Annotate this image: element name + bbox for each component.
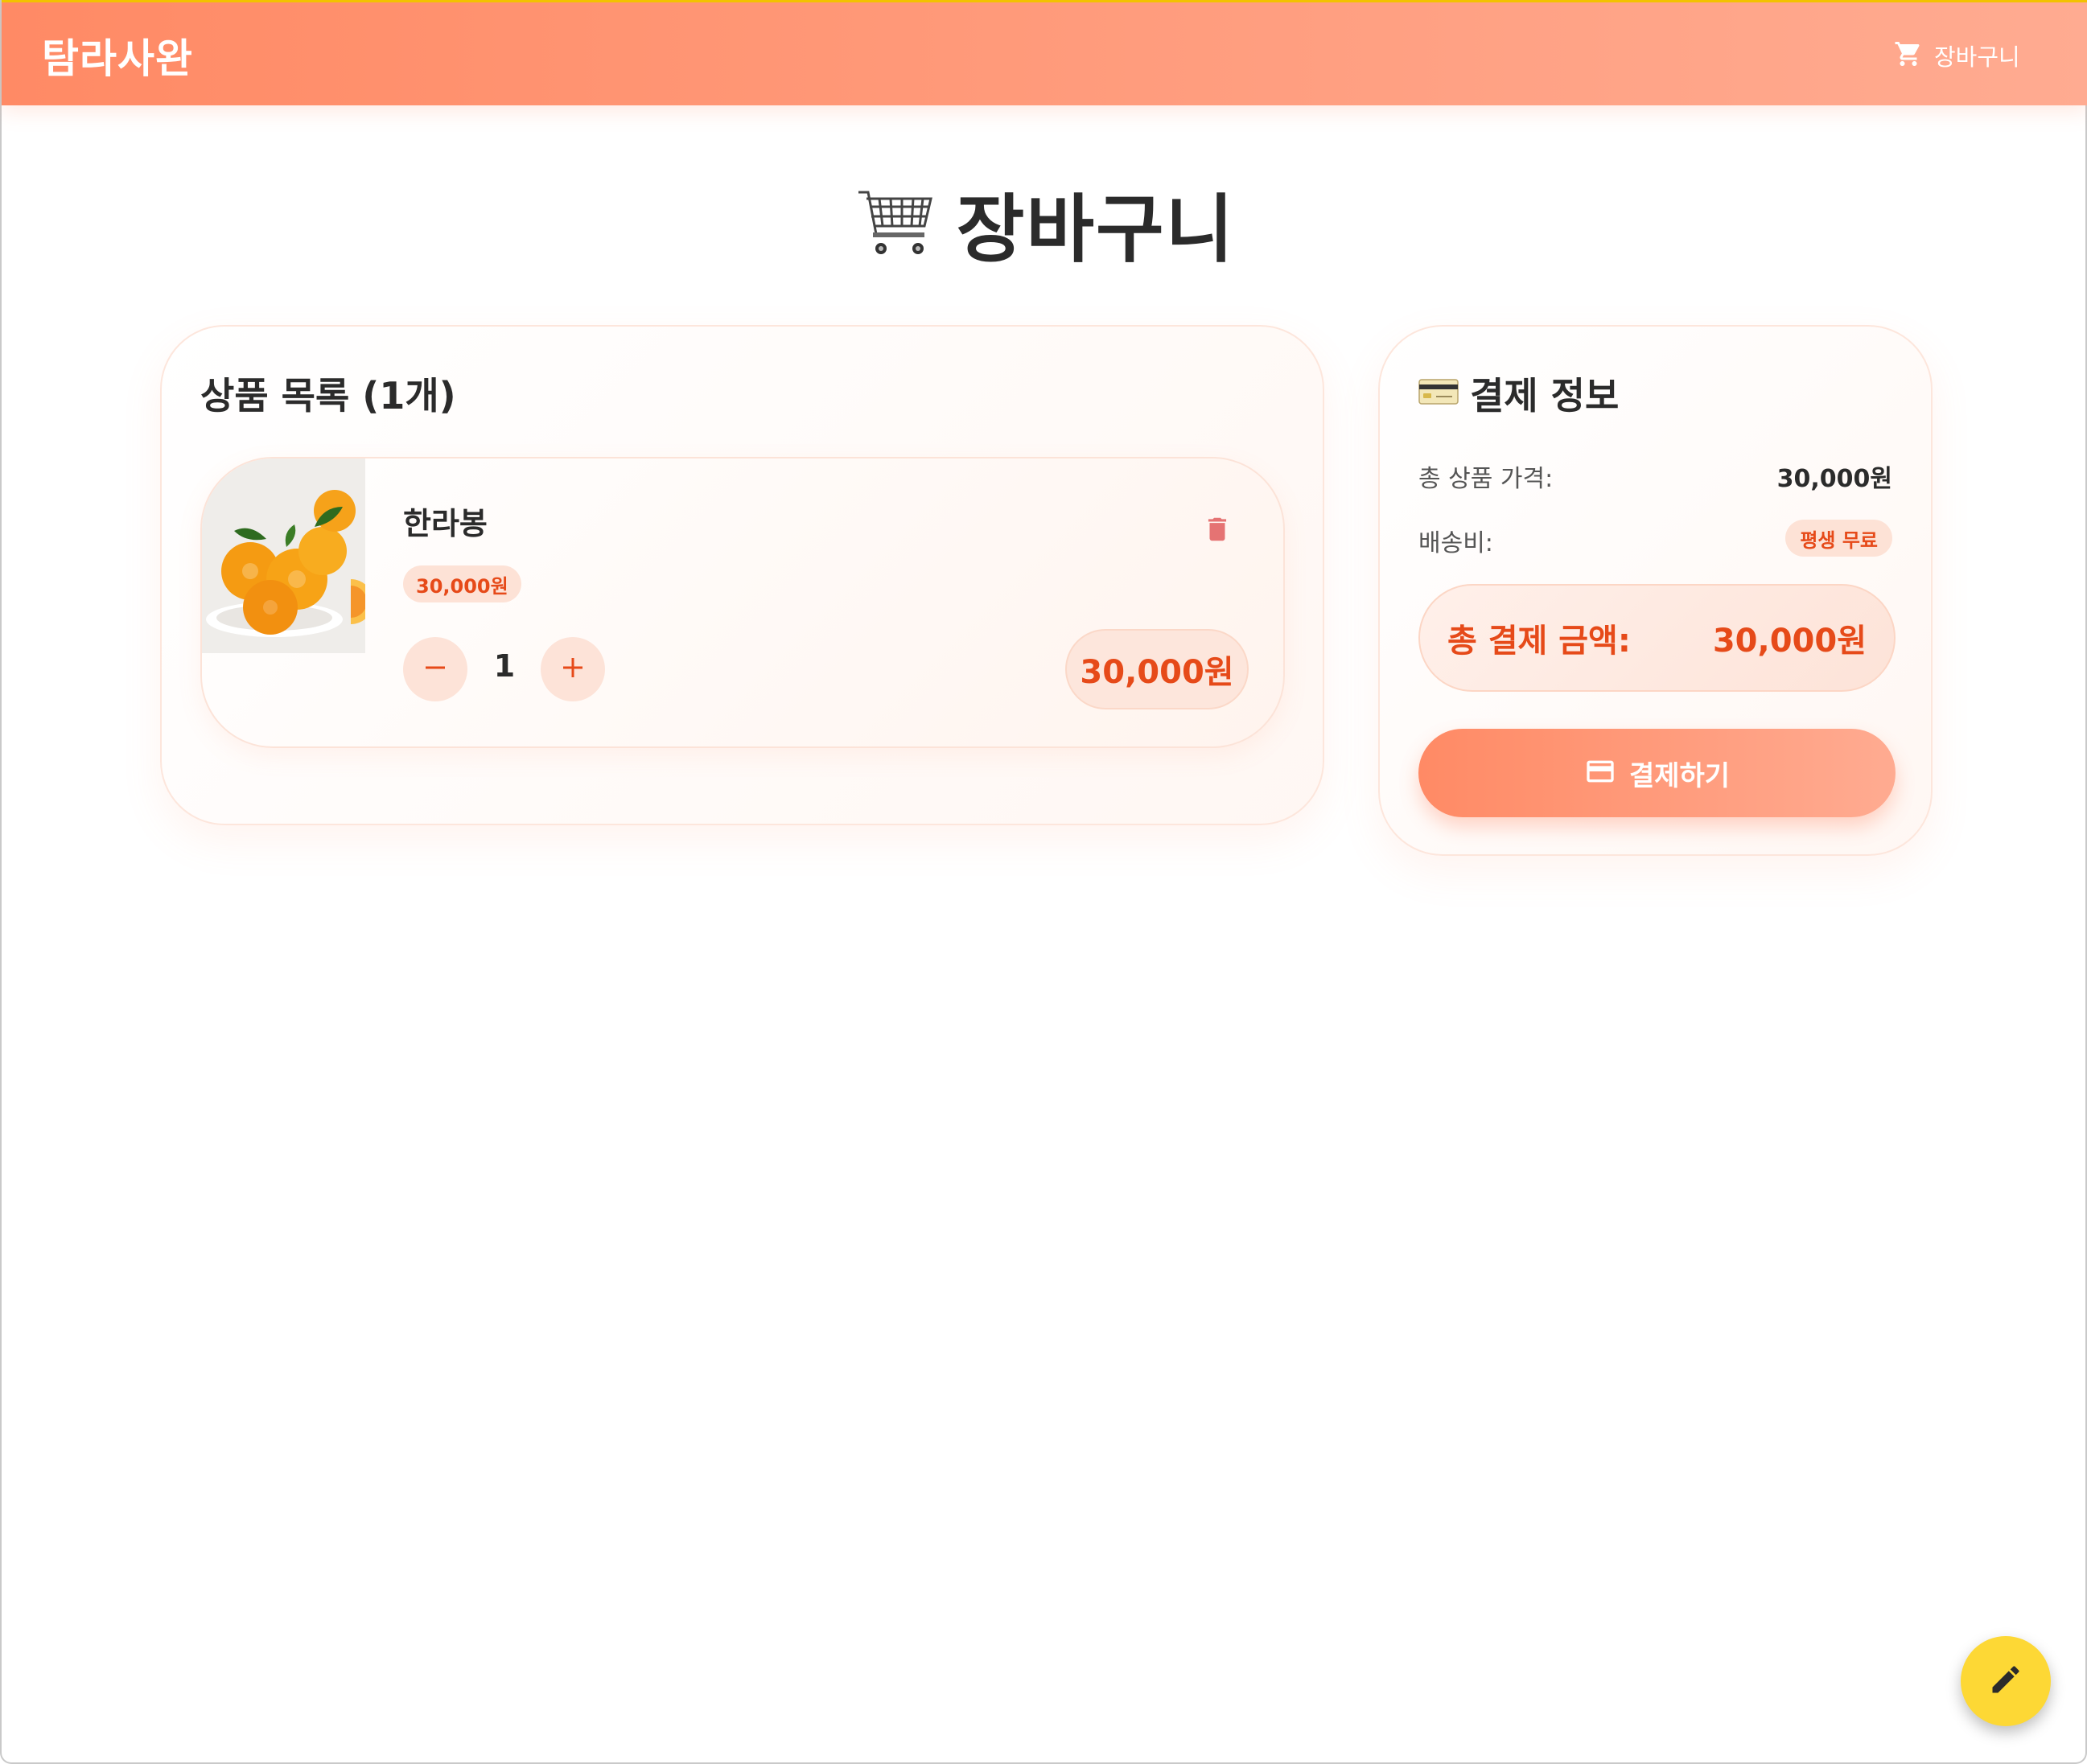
- credit-card-icon: [1584, 755, 1616, 791]
- page-title: 장바구니: [2, 179, 2087, 273]
- delete-item-button[interactable]: [1200, 511, 1235, 551]
- cart-item: 한라봉 30,000원 1 30,000원: [200, 457, 1285, 748]
- pencil-icon: [1988, 1662, 2023, 1700]
- subtotal-label: 총 상품 가격:: [1418, 465, 1554, 493]
- cart-items-heading: 상품 목록 (1개): [200, 374, 456, 417]
- shopping-cart-icon: [855, 181, 936, 265]
- nav-cart-link[interactable]: 장바구니: [1894, 38, 2020, 73]
- unit-price-badge: 30,000원: [403, 565, 521, 602]
- page-title-text: 장바구니: [956, 186, 1236, 273]
- app-window: 탐라사완 장바구니 장바구니 상품 목록 (1개) 한라봉 30,000원 1 …: [0, 0, 2087, 1764]
- edit-fab-button[interactable]: [1961, 1636, 2051, 1726]
- credit-card-icon: [1418, 372, 1459, 415]
- product-image: [202, 458, 365, 653]
- brand-logo-text[interactable]: 탐라사완: [42, 27, 193, 84]
- checkout-button-label: 결제하기: [1628, 759, 1731, 792]
- payment-summary-card: 결제 정보 총 상품 가격: 30,000원 배송비: 평생 무료 총 결제 금…: [1378, 325, 1933, 856]
- plus-icon: [558, 653, 587, 685]
- top-app-bar: 탐라사완 장바구니: [2, 0, 2087, 105]
- quantity-value: 1: [493, 648, 516, 684]
- line-total-price: 30,000원: [1065, 629, 1249, 709]
- checkout-button[interactable]: 결제하기: [1418, 729, 1896, 817]
- total-label: 총 결제 금액:: [1447, 623, 1631, 660]
- nav-cart-label: 장바구니: [1934, 43, 2020, 71]
- increase-quantity-button[interactable]: [541, 637, 605, 701]
- subtotal-value: 30,000원: [1776, 465, 1892, 493]
- product-name: 한라봉: [403, 506, 488, 541]
- payment-heading: 결제 정보: [1418, 367, 1619, 420]
- shopping-cart-icon: [1894, 39, 1923, 72]
- shipping-label: 배송비:: [1418, 529, 1493, 557]
- shipping-free-badge: 평생 무료: [1785, 520, 1892, 557]
- total-amount-box: 총 결제 금액: 30,000원: [1418, 584, 1896, 692]
- trash-icon: [1202, 512, 1233, 550]
- total-value: 30,000원: [1712, 623, 1867, 660]
- decrease-quantity-button[interactable]: [403, 637, 467, 701]
- minus-icon: [421, 653, 450, 685]
- payment-heading-text: 결제 정보: [1470, 374, 1620, 417]
- cart-items-card: 상품 목록 (1개) 한라봉 30,000원 1 30,000원: [160, 325, 1324, 825]
